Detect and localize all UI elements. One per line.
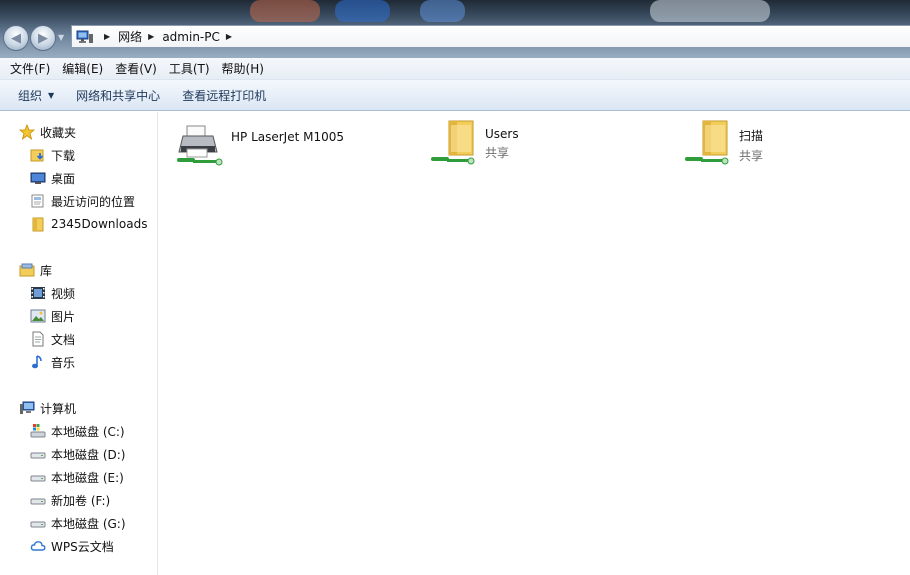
menu-tools[interactable]: 工具(T): [163, 60, 216, 77]
nav-item-music[interactable]: 音乐: [29, 352, 75, 372]
library-icon: [18, 261, 36, 279]
shared-folder-item-scan[interactable]: 扫描 共享: [685, 119, 763, 167]
nav-computer[interactable]: 计算机: [18, 398, 76, 418]
menu-edit[interactable]: 编辑(E): [56, 60, 109, 77]
nav-item-recent-places[interactable]: 最近访问的位置: [29, 191, 135, 211]
hard-drive-icon: [29, 445, 47, 463]
nav-item-wps-cloud[interactable]: WPS云文档: [29, 536, 114, 556]
hard-drive-icon: [29, 514, 47, 532]
item-subtitle: 共享: [485, 146, 510, 160]
glass-reflection: [650, 0, 770, 22]
nav-item-drive-f[interactable]: 新加卷 (F:): [29, 490, 110, 510]
video-icon: [29, 284, 47, 302]
shared-folder-icon: [685, 119, 733, 167]
back-button[interactable]: ◀: [3, 25, 29, 51]
hard-drive-icon: [29, 491, 47, 509]
computer-icon: [18, 399, 36, 417]
network-sharing-center-button[interactable]: 网络和共享中心: [68, 83, 168, 107]
pictures-icon: [29, 307, 47, 325]
menu-bar: 文件(F) 编辑(E) 查看(V) 工具(T) 帮助(H): [0, 58, 910, 80]
forward-arrow-icon: ▶: [38, 30, 48, 46]
music-note-icon: [29, 353, 47, 371]
nav-item-desktop[interactable]: 桌面: [29, 168, 75, 188]
address-bar[interactable]: ▶ 网络 ▶ admin-PC ▶: [71, 25, 910, 48]
item-name: 扫描: [739, 129, 764, 143]
nav-item-documents[interactable]: 文档: [29, 329, 75, 349]
item-name: HP LaserJet M1005: [231, 130, 345, 144]
navigation-pane: 收藏夹 下载 桌面 最近访问的位置 2345Downloads 库 视频 图片 …: [0, 112, 158, 575]
nav-libraries[interactable]: 库: [18, 260, 52, 280]
organize-button[interactable]: 组织 ▼: [10, 83, 62, 107]
command-bar: 组织 ▼ 网络和共享中心 查看远程打印机: [0, 80, 910, 111]
menu-view[interactable]: 查看(V): [109, 60, 163, 77]
menu-file[interactable]: 文件(F): [4, 60, 56, 77]
breadcrumb-admin-pc-arrow[interactable]: ▶: [220, 32, 240, 41]
breadcrumb-admin-pc[interactable]: admin-PC: [162, 26, 220, 47]
breadcrumb-root-arrow[interactable]: ▶: [98, 32, 118, 41]
nav-item-drive-c[interactable]: 本地磁盘 (C:): [29, 421, 125, 441]
glass-reflection: [250, 0, 320, 22]
document-icon: [29, 330, 47, 348]
nav-item-2345downloads[interactable]: 2345Downloads: [29, 214, 147, 234]
breadcrumb-network[interactable]: 网络: [118, 26, 142, 47]
desktop-icon: [29, 169, 47, 187]
forward-button[interactable]: ▶: [30, 25, 56, 51]
view-remote-printers-button[interactable]: 查看远程打印机: [174, 83, 274, 107]
hard-drive-icon: [29, 468, 47, 486]
nav-item-videos[interactable]: 视频: [29, 283, 75, 303]
breadcrumb-network-arrow[interactable]: ▶: [142, 32, 162, 41]
printer-item[interactable]: HP LaserJet M1005: [177, 122, 344, 170]
back-arrow-icon: ◀: [11, 30, 21, 46]
item-subtitle: 共享: [739, 149, 764, 163]
item-name: Users: [485, 127, 519, 141]
menu-help[interactable]: 帮助(H): [216, 60, 270, 77]
content-pane: HP LaserJet M1005 Users 共享 扫描 共享: [159, 112, 910, 575]
chevron-down-icon: ▼: [48, 90, 55, 100]
nav-item-drive-e[interactable]: 本地磁盘 (E:): [29, 467, 124, 487]
folder-icon: [29, 215, 47, 233]
nav-item-pictures[interactable]: 图片: [29, 306, 75, 326]
shared-folder-item-users[interactable]: Users 共享: [431, 119, 519, 167]
printer-icon: [177, 122, 225, 170]
network-icon: [76, 30, 94, 44]
chevron-down-icon: ▼: [58, 33, 65, 42]
title-bar: ◀ ▶ ▼ ▶ 网络 ▶ admin-PC ▶: [0, 0, 910, 58]
recent-pages-dropdown[interactable]: ▼: [58, 33, 67, 43]
system-drive-icon: [29, 422, 47, 440]
cloud-icon: [29, 537, 47, 555]
nav-item-downloads[interactable]: 下载: [29, 145, 75, 165]
recent-places-icon: [29, 192, 47, 210]
nav-item-drive-g[interactable]: 本地磁盘 (G:): [29, 513, 126, 533]
downloads-folder-icon: [29, 146, 47, 164]
star-icon: [18, 123, 36, 141]
shared-folder-icon: [431, 119, 479, 167]
nav-item-drive-d[interactable]: 本地磁盘 (D:): [29, 444, 125, 464]
glass-reflection: [420, 0, 465, 22]
nav-favorites[interactable]: 收藏夹: [18, 122, 76, 142]
glass-reflection: [335, 0, 390, 22]
